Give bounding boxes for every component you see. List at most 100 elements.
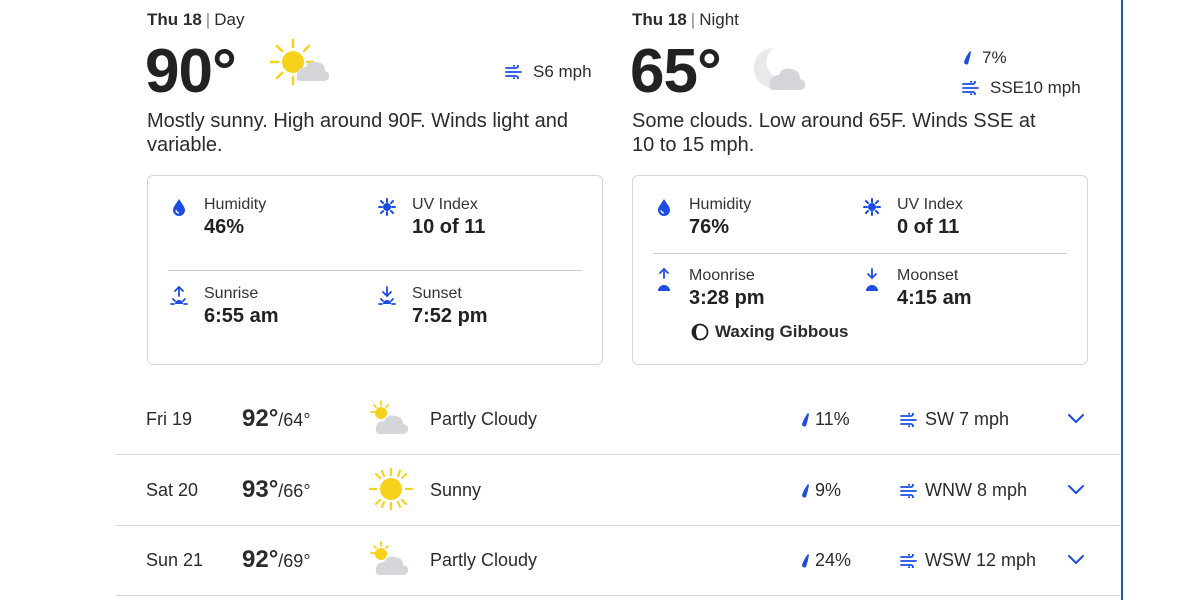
row-day: Sat 20 <box>146 480 199 500</box>
row-low: /64° <box>278 410 311 430</box>
night-description: Some clouds. Low around 65F. Winds SSE a… <box>632 110 1036 156</box>
sunrise-icon <box>170 285 188 305</box>
moon-phase: Waxing Gibbous <box>691 322 848 342</box>
row-wind-value: SW 7 mph <box>925 409 1010 429</box>
uv-label: UV Index <box>897 196 963 213</box>
forecast-row-sun-21[interactable]: Sun 21 92°/69° Partly Cloudy 24% WSW 12 … <box>116 526 1120 596</box>
sunny-icon <box>368 468 414 510</box>
row-temps: 92°/69° <box>242 546 311 574</box>
day-humidity: Humidity 46% <box>168 196 266 239</box>
night-details-card: Humidity 76% UV Index 0 of 11 Moonrise 3:28… <box>632 175 1088 365</box>
row-low: /69° <box>278 551 311 571</box>
day-details-card: Humidity 46% UV Index 10 of 11 Sunrise 6:55… <box>147 175 603 365</box>
sunset-icon <box>378 286 396 305</box>
day-description: Mostly sunny. High around 90F. Winds lig… <box>147 110 568 156</box>
row-wind: SW 7 mph <box>900 409 1009 430</box>
humidity-value: 46% <box>204 216 245 238</box>
forecast-row-sat-20[interactable]: Sat 20 93°/66° Sunny 9% WNW 8 mph <box>116 456 1120 526</box>
day-sunrise: Sunrise 6:55 am <box>168 285 279 328</box>
precip-icon <box>964 51 971 65</box>
partly-cloudy-icon <box>370 400 409 434</box>
uv-value: 0 of 11 <box>897 216 960 238</box>
day-wind-value: S6 mph <box>533 62 592 81</box>
night-precip-value: 7% <box>982 48 1007 67</box>
night-precip: 7% <box>962 48 1007 68</box>
row-condition: Partly Cloudy <box>430 550 538 570</box>
row-temps: 92°/64° <box>242 405 311 433</box>
uv-index-icon <box>378 198 396 216</box>
night-moonrise: Moonrise 3:28 pm <box>653 267 765 310</box>
precip-icon <box>802 412 809 426</box>
row-wind-value: WSW 12 mph <box>925 550 1037 570</box>
day-period-label: Day <box>214 10 245 29</box>
uv-index-icon <box>863 198 881 216</box>
row-day: Fri 19 <box>146 409 193 429</box>
night-period-header: Thu 18 | Night <box>632 10 739 29</box>
night-wind-value: SSE10 mph <box>990 78 1081 97</box>
waxing-gibbous-icon <box>691 323 709 341</box>
moon-phase-label: Waxing Gibbous <box>715 322 849 341</box>
humidity-icon <box>173 199 185 216</box>
day-temperature: 90° <box>145 37 237 106</box>
row-temps: 93°/66° <box>242 476 311 504</box>
sunset-value: 7:52 pm <box>412 305 488 327</box>
wind-icon <box>900 412 917 427</box>
sunrise-label: Sunrise <box>204 285 259 302</box>
forecast-row-fri-19[interactable]: Fri 19 92°/64° Partly Cloudy 11% SW 7 mp… <box>116 385 1120 455</box>
day-wind: S6 mph <box>505 62 592 82</box>
night-uv-index: UV Index 0 of 11 <box>861 196 963 239</box>
sunset-label: Sunset <box>412 285 462 302</box>
humidity-label: Humidity <box>689 196 752 213</box>
mostly-sunny-icon <box>269 38 329 86</box>
night-humidity: Humidity 76% <box>653 196 751 239</box>
wind-icon <box>900 483 917 498</box>
row-high: 93° <box>242 476 279 503</box>
row-high: 92° <box>242 405 279 432</box>
moonrise-label: Moonrise <box>689 267 755 284</box>
chevron-down-icon[interactable] <box>1066 411 1086 425</box>
humidity-value: 76% <box>689 216 730 238</box>
day-sunset: Sunset 7:52 pm <box>376 285 488 328</box>
night-period-label: Night <box>699 10 739 29</box>
night-moonset: Moonset 4:15 am <box>861 267 972 310</box>
row-precip-value: 11% <box>815 409 850 429</box>
uv-value: 10 of 11 <box>412 216 486 238</box>
humidity-icon <box>658 199 670 216</box>
night-temperature: 65° <box>630 37 722 106</box>
page-right-border <box>1121 0 1123 600</box>
row-day: Sun 21 <box>146 550 204 570</box>
partly-cloudy-icon <box>370 541 409 575</box>
day-period-header: Thu 18 | Day <box>147 10 245 29</box>
night-wind: SSE10 mph <box>962 78 1081 98</box>
row-precip-value: 24% <box>815 550 852 570</box>
row-precip: 9% <box>800 480 841 501</box>
chevron-down-icon[interactable] <box>1066 482 1086 496</box>
wind-icon <box>505 65 522 79</box>
row-condition: Partly Cloudy <box>430 409 538 429</box>
card-divider <box>653 253 1067 254</box>
precip-icon <box>802 553 809 567</box>
row-precip: 11% <box>800 409 850 430</box>
row-low: /66° <box>278 481 311 501</box>
row-precip-value: 9% <box>815 480 842 500</box>
row-wind: WSW 12 mph <box>900 550 1036 571</box>
uv-label: UV Index <box>412 196 478 213</box>
day-date: Thu 18 <box>147 10 202 29</box>
moonset-label: Moonset <box>897 267 959 284</box>
row-precip: 24% <box>800 550 851 571</box>
row-high: 92° <box>242 546 279 573</box>
moonset-icon <box>866 268 878 291</box>
card-divider <box>168 270 582 271</box>
moonrise-value: 3:28 pm <box>689 287 765 309</box>
partly-cloudy-night-icon <box>753 47 806 90</box>
row-condition: Sunny <box>430 480 482 500</box>
chevron-down-icon[interactable] <box>1066 552 1086 566</box>
day-uv-index: UV Index 10 of 11 <box>376 196 485 239</box>
sunrise-value: 6:55 am <box>204 305 279 327</box>
moonset-value: 4:15 am <box>897 287 972 309</box>
precip-icon <box>802 483 809 497</box>
moonrise-icon <box>658 267 670 291</box>
wind-icon <box>900 553 917 568</box>
night-date: Thu 18 <box>632 10 687 29</box>
humidity-label: Humidity <box>204 196 267 213</box>
